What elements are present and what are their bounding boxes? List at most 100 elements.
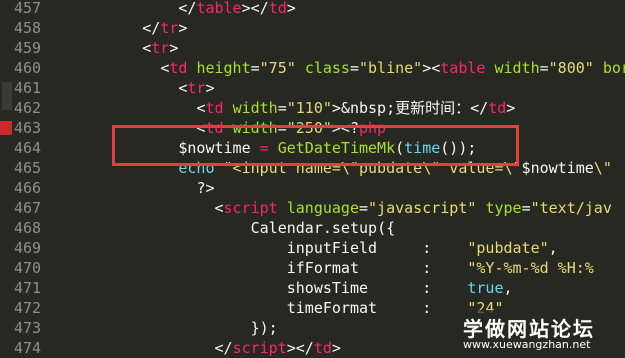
line-number: 473: [14, 319, 42, 337]
code-token: height: [196, 59, 251, 77]
code-token: =: [539, 59, 549, 77]
code-token: >: [506, 99, 516, 117]
line-number: 472: [14, 299, 42, 317]
code-token: ifFormat: [286, 259, 423, 277]
code-line[interactable]: 471 showsTime : true,: [0, 278, 625, 298]
highlight-annotation-box: [112, 125, 519, 166]
code-token: td: [313, 339, 332, 357]
code-token: script: [223, 199, 287, 217]
code-text[interactable]: <tr>: [70, 38, 178, 58]
line-number: 471: [14, 279, 42, 297]
code-token: :: [422, 299, 432, 317]
code-text[interactable]: <td height="75" class="bline"><table wid…: [70, 58, 625, 78]
code-text[interactable]: Calendar.setup({: [70, 218, 396, 238]
code-token: "bline": [359, 59, 423, 77]
code-text[interactable]: </tr>: [70, 18, 187, 38]
code-token: timeFormat: [286, 299, 423, 317]
code-token: ?>: [196, 179, 215, 197]
code-token: ><: [422, 59, 441, 77]
line-number: 462: [14, 99, 42, 117]
code-token: tr: [151, 39, 170, 57]
code-line[interactable]: 462 <td width="110">&nbsp;更新时间：</td>: [0, 98, 625, 118]
line-number: 469: [14, 239, 42, 257]
line-number: 466: [14, 179, 42, 197]
code-token: ({: [377, 219, 396, 237]
code-text[interactable]: });: [70, 318, 278, 338]
code-text[interactable]: </script></td>: [70, 338, 341, 358]
code-token: bor: [602, 59, 625, 77]
code-token: >: [286, 0, 296, 17]
line-number: 460: [14, 59, 42, 77]
code-token: table: [196, 0, 242, 17]
code-token: <: [142, 39, 152, 57]
code-line[interactable]: 468 Calendar.setup({: [0, 218, 625, 238]
code-token: </: [142, 19, 161, 37]
code-token: 更新时间：: [395, 99, 471, 117]
code-token: "text/jav: [530, 199, 612, 217]
code-token: .: [322, 219, 332, 237]
code-token: ></: [241, 0, 269, 17]
code-line[interactable]: 458 </tr>: [0, 18, 625, 38]
code-line[interactable]: 459 <tr>: [0, 38, 625, 58]
code-token: });: [250, 319, 278, 337]
code-token: script: [232, 339, 287, 357]
code-text[interactable]: </table></td>: [70, 0, 296, 18]
code-token: \": [593, 159, 612, 177]
code-token: :: [422, 239, 432, 257]
code-token: showsTime: [286, 279, 423, 297]
code-token: </: [178, 0, 197, 17]
code-token: language: [286, 199, 359, 217]
code-text[interactable]: ?>: [70, 178, 215, 198]
code-text[interactable]: showsTime : true,: [70, 278, 513, 298]
code-text[interactable]: <script language="javascript" type="text…: [70, 198, 612, 218]
code-token: ></: [286, 339, 314, 357]
code-token: Calendar: [250, 219, 323, 237]
code-line[interactable]: 460 <td height="75" class="bline"><table…: [0, 58, 625, 78]
code-text[interactable]: inputField : "pubdate",: [70, 238, 558, 258]
code-token: "javascript": [368, 199, 477, 217]
code-line[interactable]: 467 <script language="javascript" type="…: [0, 198, 625, 218]
code-line[interactable]: 461 <tr>: [0, 78, 625, 98]
code-token: >: [178, 19, 188, 37]
line-number: 465: [14, 159, 42, 177]
line-number: 467: [14, 199, 42, 217]
code-token: tr: [187, 79, 206, 97]
code-token: "800": [548, 59, 594, 77]
code-text[interactable]: <td width="110">&nbsp;更新时间：</td>: [70, 98, 515, 118]
code-token: table: [440, 59, 495, 77]
code-token: >: [331, 339, 341, 357]
code-token: >: [205, 79, 215, 97]
code-token: <: [160, 59, 170, 77]
code-token: $nowtime: [521, 159, 594, 177]
code-line[interactable]: 457 </table></td>: [0, 0, 625, 18]
line-number: 474: [14, 339, 42, 357]
code-token: <: [214, 199, 224, 217]
code-token: =: [277, 99, 287, 117]
code-token: :: [422, 279, 432, 297]
code-token: ,: [503, 279, 513, 297]
code-token: </: [470, 99, 489, 117]
code-token: td: [268, 0, 287, 17]
code-line[interactable]: 466 ?>: [0, 178, 625, 198]
line-number: 461: [14, 79, 42, 97]
code-token: width: [232, 99, 278, 117]
line-number: 464: [14, 139, 42, 157]
code-text[interactable]: timeFormat : "24": [70, 298, 504, 318]
code-line[interactable]: 470 ifFormat : "%Y-%m-%d %H:%: [0, 258, 625, 278]
code-text[interactable]: <tr>: [70, 78, 215, 98]
line-number: 458: [14, 19, 42, 37]
code-line[interactable]: 469 inputField : "pubdate",: [0, 238, 625, 258]
code-text[interactable]: ifFormat : "%Y-%m-%d %H:%: [70, 258, 594, 278]
code-token: td: [488, 99, 507, 117]
